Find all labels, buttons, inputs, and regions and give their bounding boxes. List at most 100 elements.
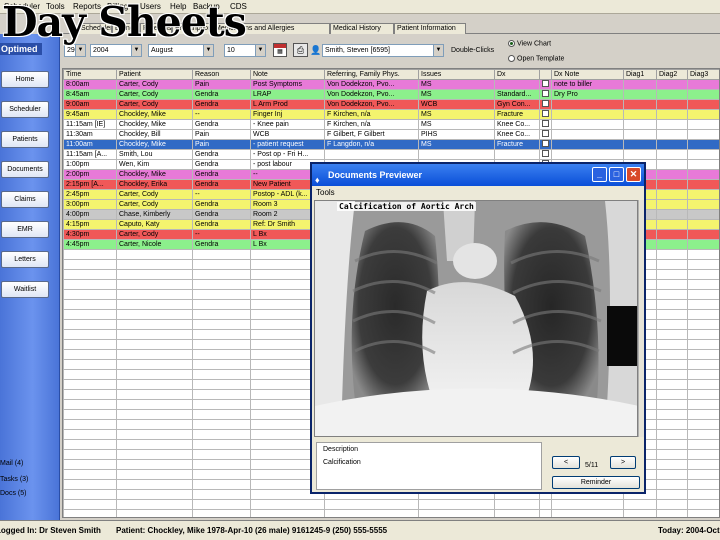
nav-scheduler-button[interactable]: Scheduler	[1, 101, 49, 118]
row-checkbox[interactable]	[539, 109, 552, 120]
nav-claims-button[interactable]: Claims	[1, 191, 49, 208]
table-cell: - patient request	[250, 139, 325, 150]
empty-cell	[687, 349, 719, 360]
table-row[interactable]: 9:00am Carter, Cody Gendra L Arm Prod Von Do…	[63, 99, 719, 110]
tasks-counter[interactable]: Tasks (3)	[0, 476, 28, 483]
table-cell: 2:45pm	[63, 189, 117, 200]
column-header[interactable]: Reason	[192, 69, 251, 80]
nav-emr-button[interactable]: EMR	[1, 221, 49, 238]
table-cell: 2:15pm [A...	[63, 179, 117, 190]
empty-cell	[656, 319, 688, 330]
empty-cell	[687, 339, 719, 350]
table-cell	[687, 169, 719, 180]
table-row[interactable]: 8:45am Carter, Cody Gendra LRAP Von Dodekzon…	[63, 89, 719, 100]
row-checkbox[interactable]	[539, 99, 552, 110]
nav-home-button[interactable]: Home	[1, 71, 49, 88]
row-checkbox[interactable]	[539, 89, 552, 100]
empty-cell	[116, 289, 193, 300]
empty-cell	[63, 339, 117, 350]
table-cell: F Gilbert, F Gilbert	[324, 129, 419, 140]
empty-cell	[192, 299, 251, 310]
empty-cell	[656, 269, 688, 280]
column-header[interactable]: Diag3	[687, 69, 719, 80]
close-button[interactable]: ✕	[626, 167, 641, 182]
minimize-button[interactable]: _	[592, 167, 607, 182]
empty-cell	[192, 359, 251, 370]
column-header[interactable]: Diag2	[656, 69, 688, 80]
empty-cell	[494, 509, 540, 517]
table-cell: Von Dodekzon, Pvo...	[324, 99, 419, 110]
row-checkbox[interactable]	[539, 129, 552, 140]
image-scrollbar[interactable]	[638, 200, 644, 437]
calendar-icon[interactable]: ▦	[273, 43, 287, 57]
empty-cell	[656, 489, 688, 500]
empty-cell	[656, 459, 688, 470]
column-header[interactable]: Referring, Family Phys.	[324, 69, 419, 80]
empty-cell	[192, 469, 251, 480]
row-checkbox[interactable]	[539, 139, 552, 150]
row-checkbox[interactable]	[539, 79, 552, 90]
table-cell: Fracture	[494, 109, 540, 120]
column-header[interactable]: Dx	[494, 69, 540, 80]
nav-letters-button[interactable]: Letters	[1, 251, 49, 268]
table-cell: Chockley, Erika	[116, 179, 193, 190]
empty-cell	[63, 269, 117, 280]
empty-cell	[687, 469, 719, 480]
empty-cell	[116, 369, 193, 380]
docs-counter[interactable]: Docs (5)	[0, 490, 26, 497]
table-row[interactable]: 11:30am Chockley, Bill Pain WCB F Gilbert, F…	[63, 129, 719, 140]
physician-select[interactable]: Smith, Steven [6595] ▼	[322, 44, 444, 57]
table-cell: --	[192, 109, 251, 120]
nav-waitlist-button[interactable]: Waitlist	[1, 281, 49, 298]
column-header[interactable]: Note	[250, 69, 325, 80]
column-header[interactable]: Time	[63, 69, 117, 80]
column-header[interactable]: Issues	[418, 69, 495, 80]
open-template-radio[interactable]: Open Template	[508, 55, 564, 62]
tab-patient-information[interactable]: Patient Information	[394, 23, 466, 34]
table-cell: Gendra	[192, 149, 251, 160]
row-checkbox[interactable]	[539, 149, 552, 160]
dialog-menu-tools[interactable]: Tools	[316, 188, 335, 197]
table-cell	[687, 199, 719, 210]
tab-medical-history[interactable]: Medical History	[330, 23, 394, 34]
empty-cell	[192, 279, 251, 290]
nav-documents-button[interactable]: Documents	[1, 161, 49, 178]
empty-cell	[63, 299, 117, 310]
print-icon[interactable]: ⎙	[293, 43, 308, 57]
next-document-button[interactable]: >	[610, 456, 636, 469]
reminder-button[interactable]: Reminder	[552, 476, 640, 489]
column-header[interactable]: Diag1	[623, 69, 657, 80]
empty-cell	[324, 499, 419, 510]
empty-cell	[192, 479, 251, 490]
column-header[interactable]	[539, 69, 552, 80]
column-header[interactable]: Patient	[116, 69, 193, 80]
table-row[interactable]: 9:45am Chockley, Mike -- Finger Inj F Kirche…	[63, 109, 719, 120]
table-cell: Carter, Cody	[116, 199, 193, 210]
table-cell	[623, 109, 657, 120]
view-chart-radio[interactable]: View Chart	[508, 40, 551, 47]
column-header[interactable]: Dx Note	[551, 69, 624, 80]
empty-cell	[63, 379, 117, 390]
table-row[interactable]: 11:15am [IE] Chockley, Mike Gendra - Knee p…	[63, 119, 719, 130]
description-value[interactable]: Calcification	[323, 459, 361, 466]
nav-patients-button[interactable]: Patients	[1, 131, 49, 148]
maximize-button[interactable]: □	[609, 167, 624, 182]
dialog-title-bar[interactable]: ♦ Documents Previewer _ □ ✕	[312, 164, 644, 186]
row-checkbox[interactable]	[539, 119, 552, 130]
checkbox-icon	[542, 120, 549, 128]
table-row[interactable]: 11:15am [A... Smith, Lou Gendra - Post op -…	[63, 149, 719, 160]
table-cell: Dry Pro	[551, 89, 624, 100]
table-cell: 11:15am [A...	[63, 149, 117, 160]
previous-document-button[interactable]: <	[552, 456, 580, 469]
table-cell: Standard...	[494, 89, 540, 100]
empty-cell	[116, 479, 193, 490]
table-cell	[687, 99, 719, 110]
table-cell: 4:15pm	[63, 219, 117, 230]
table-row[interactable]: 11:00am Chockley, Mike Pain - patient reque…	[63, 139, 719, 150]
empty-cell	[192, 329, 251, 340]
status-select[interactable]: Double-Clicks	[448, 44, 504, 57]
empty-cell	[656, 329, 688, 340]
mail-counter[interactable]: Mail (4)	[0, 460, 23, 467]
table-cell: 11:15am [IE]	[63, 119, 117, 130]
table-row[interactable]: 8:00am Carter, Cody Pain Post Symptoms Von D…	[63, 79, 719, 90]
